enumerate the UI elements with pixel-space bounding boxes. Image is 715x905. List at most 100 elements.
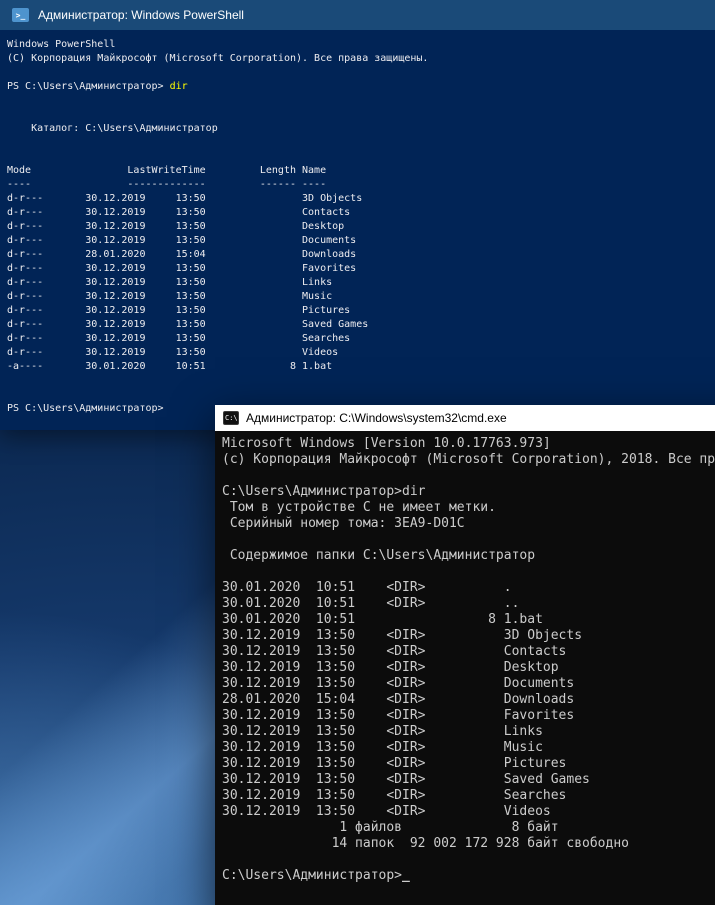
console-text: d-r--- 30.12.2019 13:50 Desktop <box>7 221 345 232</box>
console-text: 30.12.2019 13:50 <DIR> 3D Objects <box>222 628 583 643</box>
console-text: 1 файлов 8 байт <box>222 820 559 835</box>
console-line: Каталог: C:\Users\Администратор <box>7 122 715 136</box>
console-line: d-r--- 30.12.2019 13:50 Music <box>7 290 715 304</box>
console-line: Mode LastWriteTime Length Name <box>7 164 715 178</box>
console-line: ---- ------------- ------ ---- <box>7 178 715 192</box>
console-line: 30.12.2019 13:50 <DIR> Documents <box>222 676 715 692</box>
console-text: 30.01.2020 10:51 <DIR> . <box>222 580 512 595</box>
console-line: d-r--- 30.12.2019 13:50 Saved Games <box>7 318 715 332</box>
text-cursor: _ <box>402 868 410 883</box>
console-line: d-r--- 30.12.2019 13:50 3D Objects <box>7 192 715 206</box>
console-line: 30.12.2019 13:50 <DIR> Saved Games <box>222 772 715 788</box>
console-text: 30.12.2019 13:50 <DIR> Saved Games <box>222 772 590 787</box>
console-line: d-r--- 30.12.2019 13:50 Favorites <box>7 262 715 276</box>
console-text: d-r--- 28.01.2020 15:04 Downloads <box>7 249 357 260</box>
console-text: d-r--- 30.12.2019 13:50 Saved Games <box>7 319 369 330</box>
console-text: Каталог: C:\Users\Администратор <box>7 123 218 134</box>
powershell-titlebar[interactable]: >_ Администратор: Windows PowerShell <box>0 0 715 30</box>
console-text: Серийный номер тома: 3EA9-D01C <box>222 516 465 531</box>
console-line: -a---- 30.01.2020 10:51 8 1.bat <box>7 360 715 374</box>
console-text: PS C:\Users\Администратор> <box>7 403 170 414</box>
console-text: 30.12.2019 13:50 <DIR> Desktop <box>222 660 559 675</box>
console-line: 30.12.2019 13:50 <DIR> 3D Objects <box>222 628 715 644</box>
console-text: C:\Users\Администратор> <box>222 868 403 883</box>
console-text: 14 папок 92 002 172 928 байт свободно <box>222 836 629 851</box>
console-text: 30.12.2019 13:50 <DIR> Searches <box>222 788 567 803</box>
console-line: Windows PowerShell <box>7 38 715 52</box>
console-line: 30.01.2020 10:51 <DIR> . <box>222 580 715 596</box>
console-line: d-r--- 28.01.2020 15:04 Downloads <box>7 248 715 262</box>
console-line: Том в устройстве C не имеет метки. <box>222 500 715 516</box>
powershell-window-title: Администратор: Windows PowerShell <box>38 8 244 22</box>
console-line: 30.01.2020 10:51 <DIR> .. <box>222 596 715 612</box>
console-line: Содержимое папки C:\Users\Администратор <box>222 548 715 564</box>
console-text: Mode LastWriteTime Length Name <box>7 165 327 176</box>
console-line: d-r--- 30.12.2019 13:50 Searches <box>7 332 715 346</box>
console-line: 1 файлов 8 байт <box>222 820 715 836</box>
console-text: 30.12.2019 13:50 <DIR> Contacts <box>222 644 567 659</box>
cmd-titlebar[interactable]: C:\ Администратор: C:\Windows\system32\c… <box>215 405 715 431</box>
console-line: d-r--- 30.12.2019 13:50 Links <box>7 276 715 290</box>
screen: >_ Администратор: Windows PowerShell Win… <box>0 0 715 905</box>
console-text: d-r--- 30.12.2019 13:50 Searches <box>7 333 351 344</box>
console-text: 30.01.2020 10:51 <DIR> .. <box>222 596 520 611</box>
console-text: d-r--- 30.12.2019 13:50 Favorites <box>7 263 357 274</box>
console-text: d-r--- 30.12.2019 13:50 Music <box>7 291 333 302</box>
console-text: 30.12.2019 13:50 <DIR> Videos <box>222 804 551 819</box>
console-text: 28.01.2020 15:04 <DIR> Downloads <box>222 692 575 707</box>
console-text: C:\Users\Администратор>dir <box>222 484 426 499</box>
console-text: ---- ------------- ------ ---- <box>7 179 327 190</box>
console-text: 30.12.2019 13:50 <DIR> Music <box>222 740 543 755</box>
command-text: dir <box>169 81 188 92</box>
console-line: (C) Корпорация Майкрософт (Microsoft Cor… <box>7 52 715 66</box>
powershell-window: >_ Администратор: Windows PowerShell Win… <box>0 0 715 430</box>
console-text: 30.12.2019 13:50 <DIR> Pictures <box>222 756 567 771</box>
powershell-icon: >_ <box>12 8 29 22</box>
console-line: 30.12.2019 13:50 <DIR> Desktop <box>222 660 715 676</box>
console-line: Серийный номер тома: 3EA9-D01C <box>222 516 715 532</box>
console-text: 30.12.2019 13:50 <DIR> Favorites <box>222 708 575 723</box>
cmd-window: C:\ Администратор: C:\Windows\system32\c… <box>215 405 715 905</box>
console-line: 30.01.2020 10:51 8 1.bat <box>222 612 715 628</box>
console-text: -a---- 30.01.2020 10:51 8 1.bat <box>7 361 333 372</box>
console-line: d-r--- 30.12.2019 13:50 Pictures <box>7 304 715 318</box>
console-text: d-r--- 30.12.2019 13:50 Links <box>7 277 333 288</box>
console-line: d-r--- 30.12.2019 13:50 Contacts <box>7 206 715 220</box>
console-text: Том в устройстве C не имеет метки. <box>222 500 496 515</box>
console-line: 30.12.2019 13:50 <DIR> Searches <box>222 788 715 804</box>
console-text: Microsoft Windows [Version 10.0.17763.97… <box>222 436 551 451</box>
console-line: d-r--- 30.12.2019 13:50 Documents <box>7 234 715 248</box>
console-text: d-r--- 30.12.2019 13:50 3D Objects <box>7 193 363 204</box>
console-line: 30.12.2019 13:50 <DIR> Videos <box>222 804 715 820</box>
console-line: C:\Users\Администратор>dir <box>222 484 715 500</box>
console-text: 30.01.2020 10:51 8 1.bat <box>222 612 543 627</box>
console-line: PS C:\Users\Администратор> dir <box>7 80 715 94</box>
console-line: 30.12.2019 13:50 <DIR> Links <box>222 724 715 740</box>
console-line: (с) Корпорация Майкрософт (Microsoft Cor… <box>222 452 715 468</box>
console-line: 30.12.2019 13:50 <DIR> Music <box>222 740 715 756</box>
console-line: 30.12.2019 13:50 <DIR> Pictures <box>222 756 715 772</box>
console-text: d-r--- 30.12.2019 13:50 Videos <box>7 347 339 358</box>
console-text: d-r--- 30.12.2019 13:50 Pictures <box>7 305 351 316</box>
console-text: 30.12.2019 13:50 <DIR> Documents <box>222 676 575 691</box>
console-line: d-r--- 30.12.2019 13:50 Videos <box>7 346 715 360</box>
powershell-console-output[interactable]: Windows PowerShell (C) Корпорация Майкрос… <box>0 30 715 430</box>
console-line: d-r--- 30.12.2019 13:50 Desktop <box>7 220 715 234</box>
console-text: (с) Корпорация Майкрософт (Microsoft Cor… <box>222 452 715 467</box>
cmd-icon: C:\ <box>223 411 239 425</box>
console-text: d-r--- 30.12.2019 13:50 Documents <box>7 235 357 246</box>
console-text: Содержимое папки C:\Users\Администратор <box>222 548 536 563</box>
cmd-console-output[interactable]: Microsoft Windows [Version 10.0.17763.97… <box>215 431 715 905</box>
console-line: 14 папок 92 002 172 928 байт свободно <box>222 836 715 852</box>
cmd-window-title: Администратор: C:\Windows\system32\cmd.e… <box>246 411 507 425</box>
